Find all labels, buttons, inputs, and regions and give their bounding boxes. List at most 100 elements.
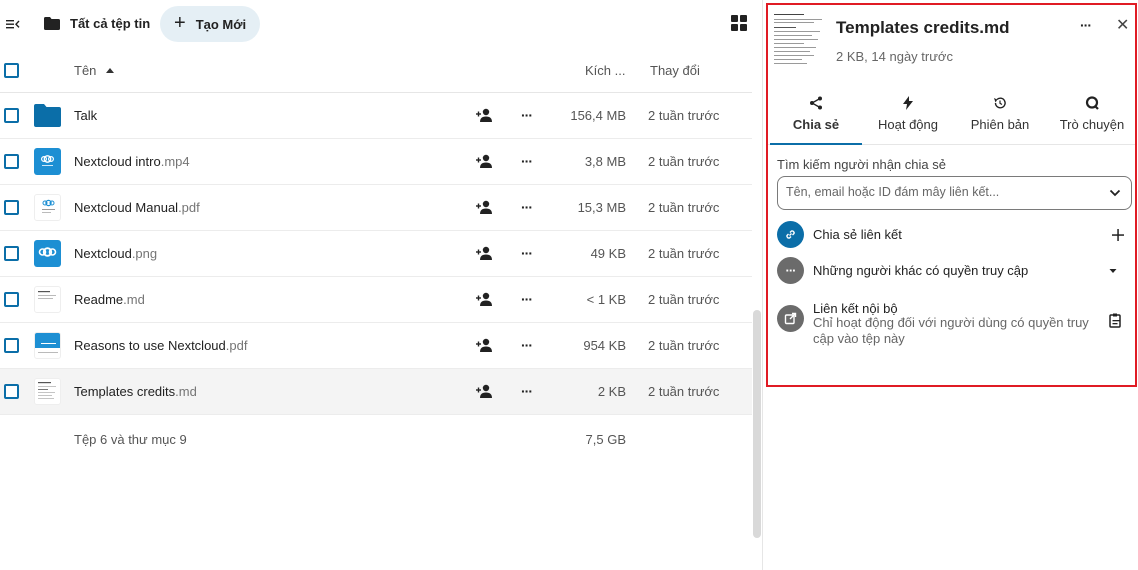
more-actions-icon[interactable]: ··· (1080, 17, 1092, 33)
file-name[interactable]: Reasons to use Nextcloud.pdf (74, 338, 247, 353)
activity-icon (862, 95, 954, 117)
divider (762, 0, 763, 570)
tab-label: Trò chuyện (1059, 117, 1125, 132)
chat-icon (1046, 95, 1138, 117)
file-name[interactable]: Nextcloud intro.mp4 (74, 154, 190, 169)
tab-activity[interactable]: Hoạt động (862, 93, 954, 145)
share-search-input[interactable] (786, 185, 1096, 199)
summary-count: Tệp 6 và thư mục 9 (74, 432, 187, 447)
share-user-icon[interactable] (476, 338, 493, 352)
more-icon: ··· (777, 257, 804, 284)
breadcrumb[interactable]: Tất cả tệp tin (44, 16, 150, 31)
tab-chat[interactable]: Trò chuyện (1046, 93, 1138, 145)
text-thumbnail (34, 286, 61, 313)
file-name[interactable]: Nextcloud Manual.pdf (74, 200, 200, 215)
more-actions-icon[interactable]: ··· (521, 107, 535, 123)
file-preview (771, 9, 829, 69)
scrollbar[interactable] (753, 310, 761, 538)
external-link-icon (777, 305, 804, 332)
tab-label: Phiên bản (970, 117, 1030, 132)
share-user-icon[interactable] (476, 246, 493, 260)
new-button[interactable]: + Tạo Mới (160, 6, 261, 42)
more-actions-icon[interactable]: ··· (521, 199, 535, 215)
pdf-thumbnail (34, 194, 61, 221)
column-modified-header[interactable]: Thay đổi (650, 63, 700, 78)
file-list-summary: Tệp 6 và thư mục 9 7,5 GB (0, 415, 752, 461)
image-thumbnail (34, 240, 61, 267)
plus-icon: + (174, 12, 186, 34)
share-user-icon[interactable] (476, 154, 493, 168)
text-thumbnail (34, 378, 61, 405)
sidebar-subtitle: 2 KB, 14 ngày trước (836, 49, 953, 64)
link-icon (777, 221, 804, 248)
file-name[interactable]: Templates credits.md (74, 384, 197, 399)
more-actions-icon[interactable]: ··· (521, 383, 535, 399)
new-button-label: Tạo Mới (195, 16, 247, 32)
select-all-checkbox[interactable] (4, 63, 19, 78)
share-user-icon[interactable] (476, 108, 493, 122)
share-user-icon[interactable] (476, 292, 493, 306)
table-row[interactable]: Nextcloud Manual.pdf ··· 15,3 MB 2 tuần … (0, 185, 752, 231)
row-checkbox[interactable] (4, 108, 19, 123)
caret-down-icon[interactable] (1108, 266, 1118, 276)
file-modified: 2 tuần trước (648, 292, 720, 307)
tab-versions[interactable]: Phiên bản (954, 93, 1046, 145)
share-user-icon[interactable] (476, 200, 493, 214)
breadcrumb-all-files[interactable]: Tất cả tệp tin (70, 16, 150, 31)
top-bar: Tất cả tệp tin + Tạo Mới (0, 0, 762, 48)
table-row[interactable]: Readme.md ··· < 1 KB 2 tuần trước (0, 277, 752, 323)
add-icon[interactable] (1112, 229, 1124, 241)
column-name-header[interactable]: Tên (74, 63, 115, 78)
file-modified: 2 tuần trước (648, 384, 720, 399)
row-checkbox[interactable] (4, 338, 19, 353)
file-modified: 2 tuần trước (648, 200, 720, 215)
file-list: Tên Kích ... Thay đổi Talk ··· 156,4 MB … (0, 48, 752, 461)
sort-ascending-icon (106, 68, 115, 73)
more-actions-icon[interactable]: ··· (521, 291, 535, 307)
file-name[interactable]: Talk (74, 108, 97, 123)
row-checkbox[interactable] (4, 200, 19, 215)
more-actions-icon[interactable]: ··· (521, 245, 535, 261)
more-actions-icon[interactable]: ··· (521, 153, 535, 169)
table-row[interactable]: Reasons to use Nextcloud.pdf ··· 954 KB … (0, 323, 752, 369)
table-row[interactable]: Nextcloud intro.mp4 ··· 3,8 MB 2 tuần tr… (0, 139, 752, 185)
column-name-label: Tên (74, 63, 97, 78)
table-row[interactable]: Nextcloud.png ··· 49 KB 2 tuần trước (0, 231, 752, 277)
file-modified: 2 tuần trước (648, 338, 720, 353)
file-size: 2 KB (597, 384, 626, 399)
history-icon (954, 95, 1046, 117)
file-size: 156,4 MB (570, 108, 626, 123)
details-sidebar: Templates credits.md 2 KB, 14 ngày trước… (766, 3, 1137, 387)
file-size: 3,8 MB (584, 154, 626, 169)
row-checkbox[interactable] (4, 384, 19, 399)
navigation-toggle-icon[interactable] (6, 17, 20, 31)
video-thumbnail (34, 148, 61, 175)
sidebar-tabs: Chia sẻ Hoạt động Phiên bản Trò chuyện (768, 93, 1135, 145)
file-name[interactable]: Nextcloud.png (74, 246, 157, 261)
clipboard-icon[interactable] (1109, 313, 1122, 328)
grid-view-icon[interactable] (731, 15, 748, 32)
share-user-icon[interactable] (476, 384, 493, 398)
internal-link-entry[interactable]: Liên kết nội bộ Chỉ hoạt động đối với ng… (777, 301, 1132, 349)
share-search-field[interactable] (777, 176, 1132, 210)
row-checkbox[interactable] (4, 154, 19, 169)
file-name[interactable]: Readme.md (74, 292, 145, 307)
file-modified: 2 tuần trước (648, 246, 720, 261)
pdf-thumbnail (34, 332, 61, 359)
row-checkbox[interactable] (4, 246, 19, 261)
sidebar-title: Templates credits.md (836, 18, 1010, 37)
more-actions-icon[interactable]: ··· (521, 337, 535, 353)
table-row[interactable]: Talk ··· 156,4 MB 2 tuần trước (0, 93, 752, 139)
file-modified: 2 tuần trước (648, 108, 720, 123)
tab-label: Chia sẻ (792, 117, 840, 132)
tab-sharing[interactable]: Chia sẻ (770, 93, 862, 145)
column-size-header[interactable]: Kích ... (585, 63, 625, 78)
others-access-entry[interactable]: ··· Những người khác có quyền truy cập (777, 257, 1132, 285)
close-icon[interactable]: ✕ (1116, 15, 1129, 35)
share-link-entry[interactable]: Chia sẻ liên kết (777, 221, 1132, 249)
chevron-down-icon[interactable] (1109, 187, 1121, 199)
file-size: 15,3 MB (577, 200, 626, 215)
summary-size: 7,5 GB (585, 432, 626, 447)
table-row-selected[interactable]: Templates credits.md ··· 2 KB 2 tuần trư… (0, 369, 752, 415)
row-checkbox[interactable] (4, 292, 19, 307)
